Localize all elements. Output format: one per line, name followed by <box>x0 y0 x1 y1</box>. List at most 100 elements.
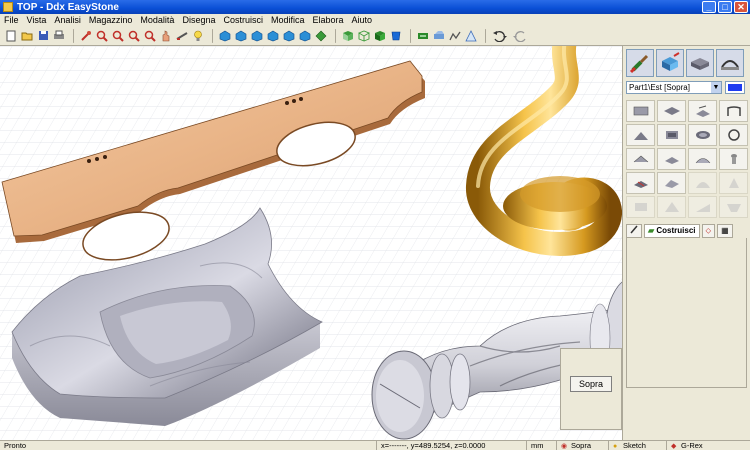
status-view-label: Sopra <box>571 440 592 450</box>
menu-modifica[interactable]: Modifica <box>267 15 309 25</box>
menu-elabora[interactable]: Elabora <box>309 15 348 25</box>
menu-analisi[interactable]: Analisi <box>50 15 85 25</box>
status-bar: Pronto x=-------, y=489.5254, z=0.0000 m… <box>0 440 750 450</box>
measure-icon[interactable] <box>175 29 189 43</box>
bulb-icon[interactable] <box>191 29 205 43</box>
status-mode[interactable]: ● Sketch <box>608 440 666 450</box>
sink-tool-icon[interactable] <box>688 124 717 146</box>
tool-icon[interactable] <box>432 29 446 43</box>
menu-magazzino[interactable]: Magazzino <box>85 15 137 25</box>
part-selector-value: Part1\Est [Sopra] <box>629 83 690 92</box>
status-coords: x=-------, y=489.5254, z=0.0000 <box>376 440 526 450</box>
corner-tool-icon[interactable] <box>719 196 748 218</box>
path-icon[interactable] <box>448 29 462 43</box>
menu-costruisci[interactable]: Costruisci <box>219 15 267 25</box>
loft-tool-icon[interactable] <box>657 148 686 170</box>
machine-icon[interactable] <box>416 29 430 43</box>
color-picker[interactable] <box>725 81 745 94</box>
paint-brush-icon[interactable] <box>626 49 654 77</box>
view-sopra-button[interactable]: Sopra <box>570 376 612 392</box>
tab-draw[interactable] <box>626 224 642 238</box>
zoom-in-icon[interactable] <box>95 29 109 43</box>
zoom-window-icon[interactable] <box>127 29 141 43</box>
panel-body <box>626 238 747 388</box>
slab-icon[interactable] <box>686 49 714 77</box>
toolbar-separator <box>212 28 213 43</box>
tab-costruisci-label: Costruisci <box>656 226 696 235</box>
menu-file[interactable]: File <box>0 15 23 25</box>
construct-tool-grid <box>623 94 750 218</box>
extrude-tool-icon[interactable] <box>688 100 717 122</box>
grid-icon: ▦ <box>721 226 729 235</box>
wedge-tool-icon[interactable] <box>657 196 686 218</box>
minimize-button[interactable]: _ <box>702 1 716 13</box>
lightbulb-icon: ● <box>613 443 618 450</box>
cut-tool-icon[interactable] <box>626 172 655 194</box>
toolbar-separator <box>335 28 336 43</box>
toolbar-separator <box>73 28 74 43</box>
wire-icon[interactable] <box>357 29 371 43</box>
shaded-icon[interactable] <box>373 29 387 43</box>
redo-icon[interactable] <box>511 29 529 43</box>
tab-tools[interactable]: ⬦ <box>701 224 716 238</box>
print-icon[interactable] <box>52 29 66 43</box>
curve-tool-icon[interactable] <box>688 172 717 194</box>
status-units: mm <box>526 440 556 450</box>
open-icon[interactable] <box>20 29 34 43</box>
view-back-icon[interactable] <box>282 29 296 43</box>
part-selector[interactable]: Part1\Est [Sopra] ▼ <box>626 81 722 94</box>
window-title: TOP - Ddx EasyStone <box>17 1 119 13</box>
right-panel: Part1\Est [Sopra] ▼ ▰ Costruisci ⬦ ▦ <box>622 46 750 440</box>
menu-vista[interactable]: Vista <box>23 15 51 25</box>
status-snap[interactable]: ◆ G-Rex <box>666 440 716 450</box>
tab-costruisci[interactable]: ▰ Costruisci <box>644 224 700 238</box>
view-side-icon[interactable] <box>250 29 264 43</box>
status-snap-label: G-Rex <box>681 440 703 450</box>
revolve-tool-icon[interactable] <box>719 148 748 170</box>
new-file-icon[interactable] <box>4 29 18 43</box>
toolbar-separator <box>410 28 411 43</box>
view-bottom-icon[interactable] <box>298 29 312 43</box>
view-iso-icon[interactable] <box>266 29 280 43</box>
navigate-icon[interactable] <box>314 29 328 43</box>
box-tool-icon[interactable] <box>626 100 655 122</box>
shade-icon[interactable] <box>389 29 403 43</box>
app-icon <box>3 2 13 12</box>
undo-icon[interactable] <box>491 29 509 43</box>
slab-tool-icon[interactable] <box>657 100 686 122</box>
3d-viewport[interactable] <box>0 46 622 440</box>
twist-tool-icon[interactable] <box>719 172 748 194</box>
zoom-all-icon[interactable] <box>143 29 157 43</box>
render-icon[interactable] <box>341 29 355 43</box>
menu-aiuto[interactable]: Aiuto <box>348 15 377 25</box>
edge-tool-icon[interactable] <box>626 124 655 146</box>
material-icon[interactable] <box>656 49 684 77</box>
zoom-out-icon[interactable] <box>111 29 125 43</box>
sim-icon[interactable] <box>464 29 478 43</box>
view-selector: Sopra <box>560 348 622 430</box>
bevel-tool-icon[interactable] <box>657 124 686 146</box>
chevron-down-icon[interactable]: ▼ <box>711 82 721 93</box>
profile-tool-icon[interactable] <box>719 100 748 122</box>
snap-icon: ◆ <box>671 443 677 450</box>
menu-disegna[interactable]: Disegna <box>178 15 219 25</box>
main-toolbar <box>0 26 750 46</box>
view-front-icon[interactable] <box>234 29 248 43</box>
maximize-button[interactable]: □ <box>718 1 732 13</box>
circle-tool-icon[interactable] <box>719 124 748 146</box>
save-icon[interactable] <box>36 29 50 43</box>
chamfer-tool-icon[interactable] <box>657 172 686 194</box>
arc-icon[interactable] <box>716 49 744 77</box>
block-tool-icon[interactable] <box>626 196 655 218</box>
status-ready: Pronto <box>4 440 27 450</box>
close-button[interactable]: ✕ <box>734 1 748 13</box>
menu-modalita[interactable]: Modalità <box>136 15 178 25</box>
pan-icon[interactable] <box>79 29 93 43</box>
sweep-tool-icon[interactable] <box>626 148 655 170</box>
surface-tool-icon[interactable] <box>688 148 717 170</box>
slope-tool-icon[interactable] <box>688 196 717 218</box>
hand-icon[interactable] <box>159 29 173 43</box>
view-top-icon[interactable] <box>218 29 232 43</box>
status-mode-label: Sketch <box>623 440 646 450</box>
tab-extra[interactable]: ▦ <box>717 224 733 238</box>
